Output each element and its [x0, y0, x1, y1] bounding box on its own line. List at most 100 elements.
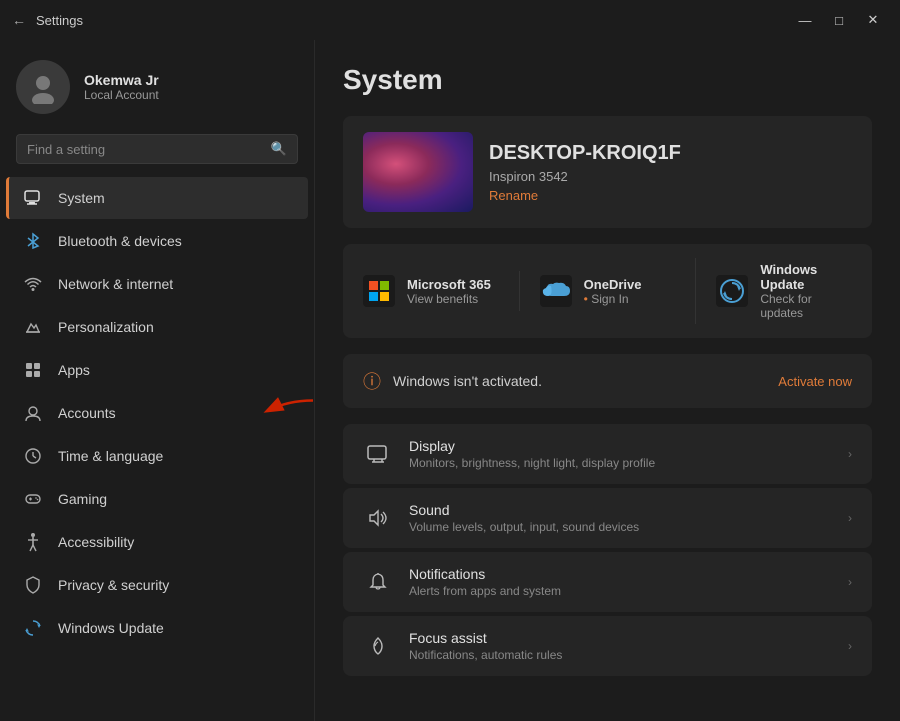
onedrive-subtitle: Sign In — [584, 292, 642, 306]
sidebar-item-accessibility[interactable]: Accessibility — [6, 521, 308, 563]
rename-button[interactable]: Rename — [489, 188, 681, 203]
minimize-button[interactable]: — — [790, 9, 820, 31]
user-name: Okemwa Jr — [84, 72, 159, 88]
warning-icon: ⓘ — [363, 368, 381, 394]
gaming-icon — [22, 488, 44, 510]
quick-actions-bar: Microsoft 365 View benefits OneDrive Sig… — [343, 244, 872, 338]
user-profile[interactable]: Okemwa Jr Local Account — [0, 40, 314, 130]
focus-chevron: › — [848, 639, 852, 653]
display-icon — [363, 439, 393, 469]
settings-item-display[interactable]: Display Monitors, brightness, night ligh… — [343, 424, 872, 484]
personalization-icon — [22, 316, 44, 338]
sound-desc: Volume levels, output, input, sound devi… — [409, 520, 832, 534]
winupdate-qa-icon — [716, 275, 748, 307]
m365-text: Microsoft 365 View benefits — [407, 277, 491, 306]
device-card: DESKTOP-KROIQ1F Inspiron 3542 Rename — [343, 116, 872, 228]
focus-desc: Notifications, automatic rules — [409, 648, 832, 662]
focus-name: Focus assist — [409, 630, 832, 646]
sidebar-item-personalization[interactable]: Personalization — [6, 306, 308, 348]
notifications-name: Notifications — [409, 566, 832, 582]
sidebar-item-bluetooth[interactable]: Bluetooth & devices — [6, 220, 308, 262]
device-image — [363, 132, 473, 212]
sidebar-item-label-gaming: Gaming — [58, 491, 107, 507]
focus-text: Focus assist Notifications, automatic ru… — [409, 630, 832, 662]
sidebar-item-time[interactable]: Time & language — [6, 435, 308, 477]
notifications-chevron: › — [848, 575, 852, 589]
sidebar-item-apps[interactable]: Apps — [6, 349, 308, 391]
m365-subtitle: View benefits — [407, 292, 491, 306]
user-info: Okemwa Jr Local Account — [84, 72, 159, 102]
display-text: Display Monitors, brightness, night ligh… — [409, 438, 832, 470]
sidebar: Okemwa Jr Local Account 🔍 System — [0, 40, 315, 721]
activate-now-button[interactable]: Activate now — [778, 374, 852, 389]
warning-left: ⓘ Windows isn't activated. — [363, 368, 542, 394]
search-icon: 🔍 — [271, 141, 287, 157]
sidebar-item-label-personalization: Personalization — [58, 319, 154, 335]
display-desc: Monitors, brightness, night light, displ… — [409, 456, 832, 470]
settings-item-sound[interactable]: Sound Volume levels, output, input, soun… — [343, 488, 872, 548]
winupdate-icon — [22, 617, 44, 639]
sound-icon — [363, 503, 393, 533]
warning-text: Windows isn't activated. — [393, 373, 542, 389]
content-area: System DESKTOP-KROIQ1F Inspiron 3542 Ren… — [315, 40, 900, 721]
winupdate-qa-text: Windows Update Check for updates — [760, 262, 852, 320]
sidebar-item-system[interactable]: System — [6, 177, 308, 219]
device-model: Inspiron 3542 — [489, 169, 681, 184]
close-button[interactable]: ✕ — [858, 9, 888, 31]
m365-icon — [363, 275, 395, 307]
quick-action-onedrive[interactable]: OneDrive Sign In — [519, 271, 676, 311]
sidebar-item-label-apps: Apps — [58, 362, 90, 378]
sidebar-item-label-winupdate: Windows Update — [58, 620, 164, 636]
apps-icon — [22, 359, 44, 381]
sidebar-item-accounts[interactable]: Accounts — [6, 392, 308, 434]
avatar — [16, 60, 70, 114]
sidebar-item-gaming[interactable]: Gaming — [6, 478, 308, 520]
sidebar-item-label-accounts: Accounts — [58, 405, 116, 421]
maximize-button[interactable]: □ — [824, 9, 854, 31]
device-info: DESKTOP-KROIQ1F Inspiron 3542 Rename — [489, 142, 681, 203]
sidebar-item-network[interactable]: Network & internet — [6, 263, 308, 305]
notifications-desc: Alerts from apps and system — [409, 584, 832, 598]
arrow-annotation — [258, 396, 315, 426]
search-input[interactable] — [27, 142, 263, 157]
sidebar-item-label-time: Time & language — [58, 448, 163, 464]
main-layout: Okemwa Jr Local Account 🔍 System — [0, 40, 900, 721]
display-chevron: › — [848, 447, 852, 461]
sidebar-item-label-bluetooth: Bluetooth & devices — [58, 233, 182, 249]
notifications-text: Notifications Alerts from apps and syste… — [409, 566, 832, 598]
focus-icon — [363, 631, 393, 661]
bluetooth-icon — [22, 230, 44, 252]
notifications-icon — [363, 567, 393, 597]
accessibility-icon — [22, 531, 44, 553]
system-icon — [22, 187, 44, 209]
page-title: System — [343, 64, 872, 96]
winupdate-qa-subtitle: Check for updates — [760, 292, 852, 320]
quick-action-winupdate[interactable]: Windows Update Check for updates — [695, 258, 852, 324]
sidebar-nav: System Bluetooth & devices — [0, 176, 314, 650]
user-account-type: Local Account — [84, 88, 159, 102]
sound-name: Sound — [409, 502, 832, 518]
settings-item-notifications[interactable]: Notifications Alerts from apps and syste… — [343, 552, 872, 612]
settings-item-focus[interactable]: Focus assist Notifications, automatic ru… — [343, 616, 872, 676]
sidebar-item-label-system: System — [58, 190, 105, 206]
activation-warning: ⓘ Windows isn't activated. Activate now — [343, 354, 872, 408]
sidebar-item-privacy[interactable]: Privacy & security — [6, 564, 308, 606]
search-box[interactable]: 🔍 — [16, 134, 298, 164]
network-icon — [22, 273, 44, 295]
onedrive-icon — [540, 275, 572, 307]
sound-chevron: › — [848, 511, 852, 525]
back-button[interactable]: ← — [12, 12, 26, 28]
privacy-icon — [22, 574, 44, 596]
device-name: DESKTOP-KROIQ1F — [489, 142, 681, 165]
settings-list: Display Monitors, brightness, night ligh… — [343, 424, 872, 676]
sidebar-item-winupdate[interactable]: Windows Update — [6, 607, 308, 649]
sound-text: Sound Volume levels, output, input, soun… — [409, 502, 832, 534]
quick-action-m365[interactable]: Microsoft 365 View benefits — [363, 271, 499, 311]
titlebar: ← Settings — □ ✕ — [0, 0, 900, 40]
sidebar-item-label-privacy: Privacy & security — [58, 577, 169, 593]
accounts-icon — [22, 402, 44, 424]
winupdate-qa-title: Windows Update — [760, 262, 852, 292]
onedrive-title: OneDrive — [584, 277, 642, 292]
m365-title: Microsoft 365 — [407, 277, 491, 292]
time-icon — [22, 445, 44, 467]
